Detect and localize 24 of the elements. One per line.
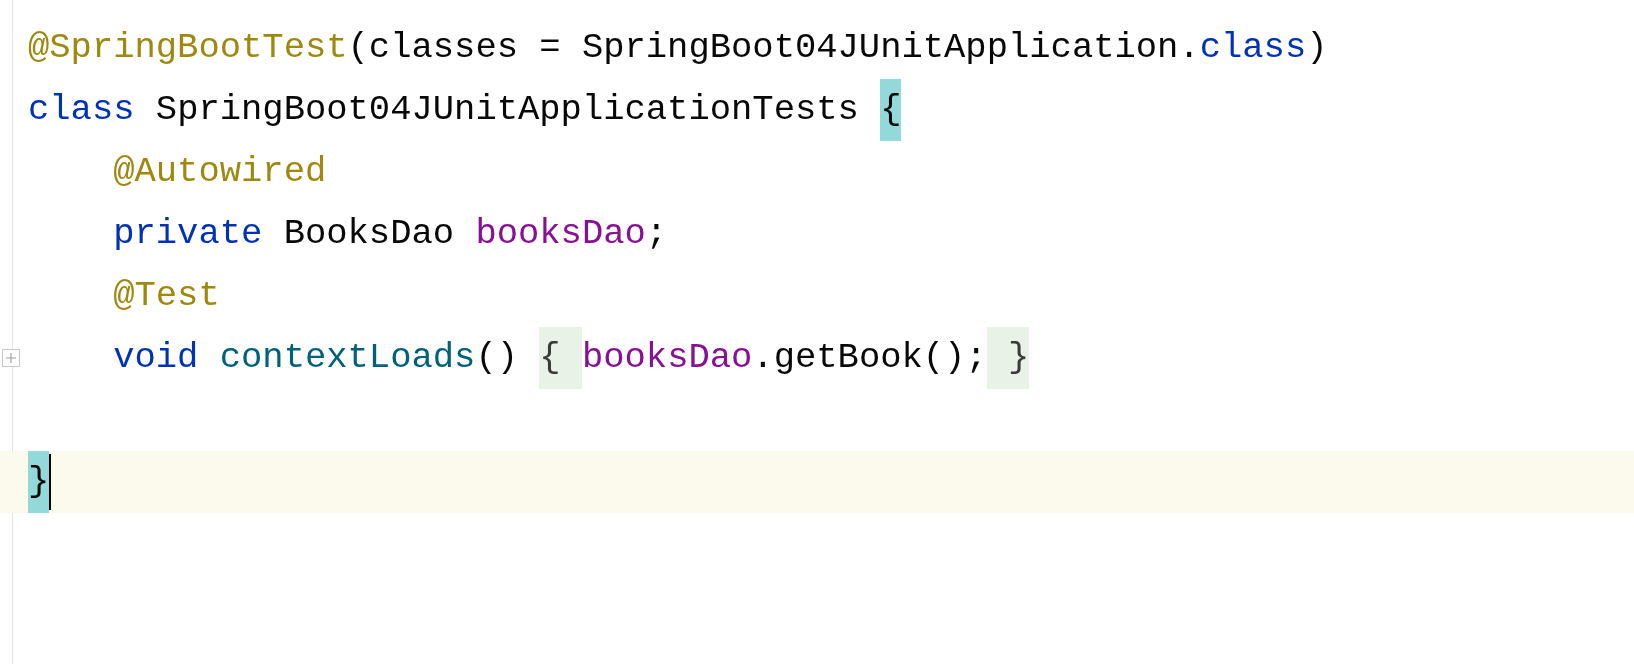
code-text: () [475,336,519,380]
keyword-text: class [1199,26,1307,70]
code-editor[interactable]: @SpringBootTest(classes = SpringBoot04JUnitApplication.class) class SpringBoot04JUnitApplicationTests { @Autowired private BooksDao booksDao; @Test void contextLoads() { booksDao.getBook(); } } [0,0,1634,664]
field-text: booksDao [581,336,753,380]
code-text: (classes = SpringBoot04JUnitApplication. [347,26,1200,70]
folded-brace: } [986,327,1030,389]
code-text: ) [1306,26,1328,70]
text-caret [49,454,52,510]
matched-brace: { [880,79,902,141]
code-text: BooksDao [282,212,456,256]
annotation-text: @SpringBootTest [28,26,348,70]
folded-brace: { [539,327,582,389]
keyword-text: class [28,88,135,132]
fold-toggle-icon[interactable] [2,349,20,367]
keyword-text: private [113,212,263,256]
code-text: SpringBoot04JUnitApplicationTests [154,88,860,132]
code-text: .getBook(); [752,336,987,380]
method-text: contextLoads [219,336,476,380]
field-text: booksDao [475,212,646,256]
matched-brace: } [28,451,50,513]
code-text: ; [645,212,668,256]
annotation-text: @Test [113,274,220,318]
keyword-text: void [113,336,200,380]
annotation-text: @Autowired [113,150,327,194]
